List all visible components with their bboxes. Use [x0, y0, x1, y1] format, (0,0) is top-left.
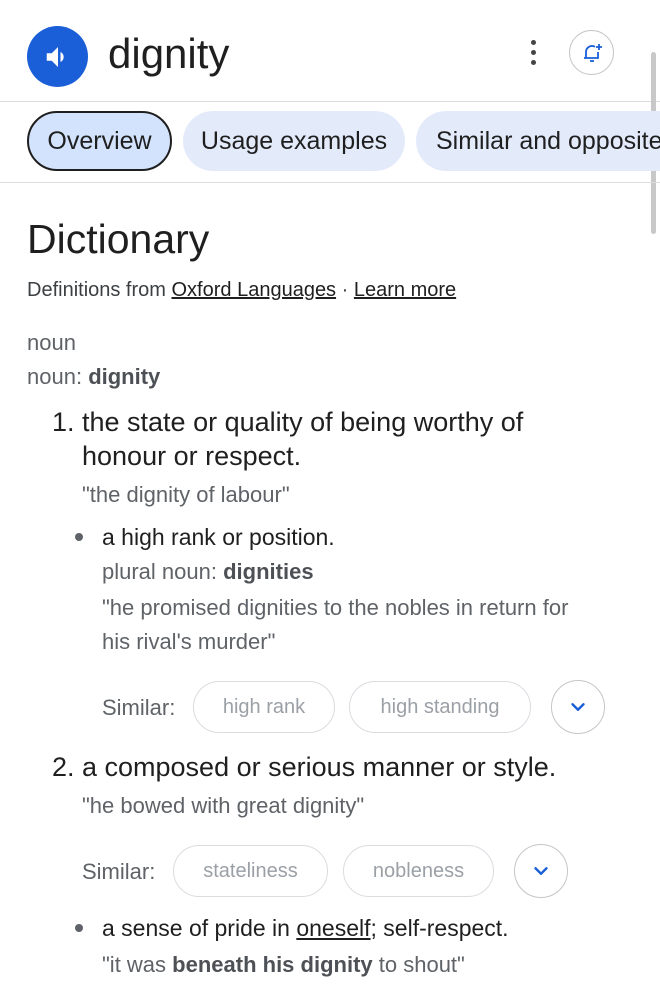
learn-more-link[interactable]: Learn more: [354, 279, 456, 301]
more-options-button[interactable]: [519, 36, 547, 68]
tab-similar-opposite[interactable]: Similar and opposite: [416, 111, 660, 171]
add-alert-button[interactable]: [569, 30, 614, 75]
more-vert-icon: [530, 39, 536, 45]
part-of-speech: noun: [27, 330, 76, 355]
word-title: dignity: [108, 30, 230, 77]
chevron-down-icon: [571, 703, 585, 711]
chevron-down-icon: [534, 867, 548, 875]
pronounce-button[interactable]: [27, 26, 88, 87]
similar-chip[interactable]: stateliness: [173, 845, 328, 897]
subsense-definition: a sense of pride in oneself; self-respec…: [102, 915, 509, 941]
definition: the state or quality of being worthy of: [82, 407, 524, 437]
sense-number: 1.: [52, 407, 75, 437]
speaker-icon: [46, 46, 64, 67]
similar-label: Similar:: [82, 859, 156, 884]
oneself-link[interactable]: oneself: [296, 915, 370, 941]
similar-chip[interactable]: nobleness: [343, 845, 494, 897]
bullet: [75, 533, 83, 541]
headword-line: noun: dignity: [27, 364, 161, 389]
bell-add-icon: [583, 43, 602, 62]
expand-similar-button[interactable]: [514, 844, 568, 898]
tab-usage-examples[interactable]: Usage examples: [183, 111, 405, 171]
tab-overview[interactable]: Overview: [27, 111, 172, 171]
definition: a composed or serious manner or style.: [82, 752, 557, 782]
similar-label: Similar:: [102, 695, 176, 720]
definition: honour or respect.: [82, 441, 302, 471]
plural-line: plural noun: dignities: [102, 559, 314, 584]
example: his rival's murder": [102, 629, 276, 654]
tab-bar: Overview Usage examples Similar and oppo…: [0, 102, 660, 183]
oxford-languages-link[interactable]: Oxford Languages: [172, 279, 337, 301]
example: "he promised dignities to the nobles in …: [102, 595, 569, 620]
example: "it was beneath his dignity to shout": [102, 952, 465, 977]
bullet: [75, 924, 83, 932]
source-line: Definitions from Oxford Languages · Lear…: [27, 279, 457, 301]
example: "he bowed with great dignity": [82, 793, 365, 818]
similar-chip[interactable]: high rank: [193, 681, 335, 733]
header: dignity: [0, 0, 660, 102]
subsense-definition: a high rank or position.: [102, 524, 335, 550]
example: "the dignity of labour": [82, 482, 290, 507]
similar-chip[interactable]: high standing: [349, 681, 531, 733]
section-heading: Dictionary: [27, 216, 210, 262]
sense-number: 2.: [52, 752, 75, 782]
expand-similar-button[interactable]: [551, 680, 605, 734]
